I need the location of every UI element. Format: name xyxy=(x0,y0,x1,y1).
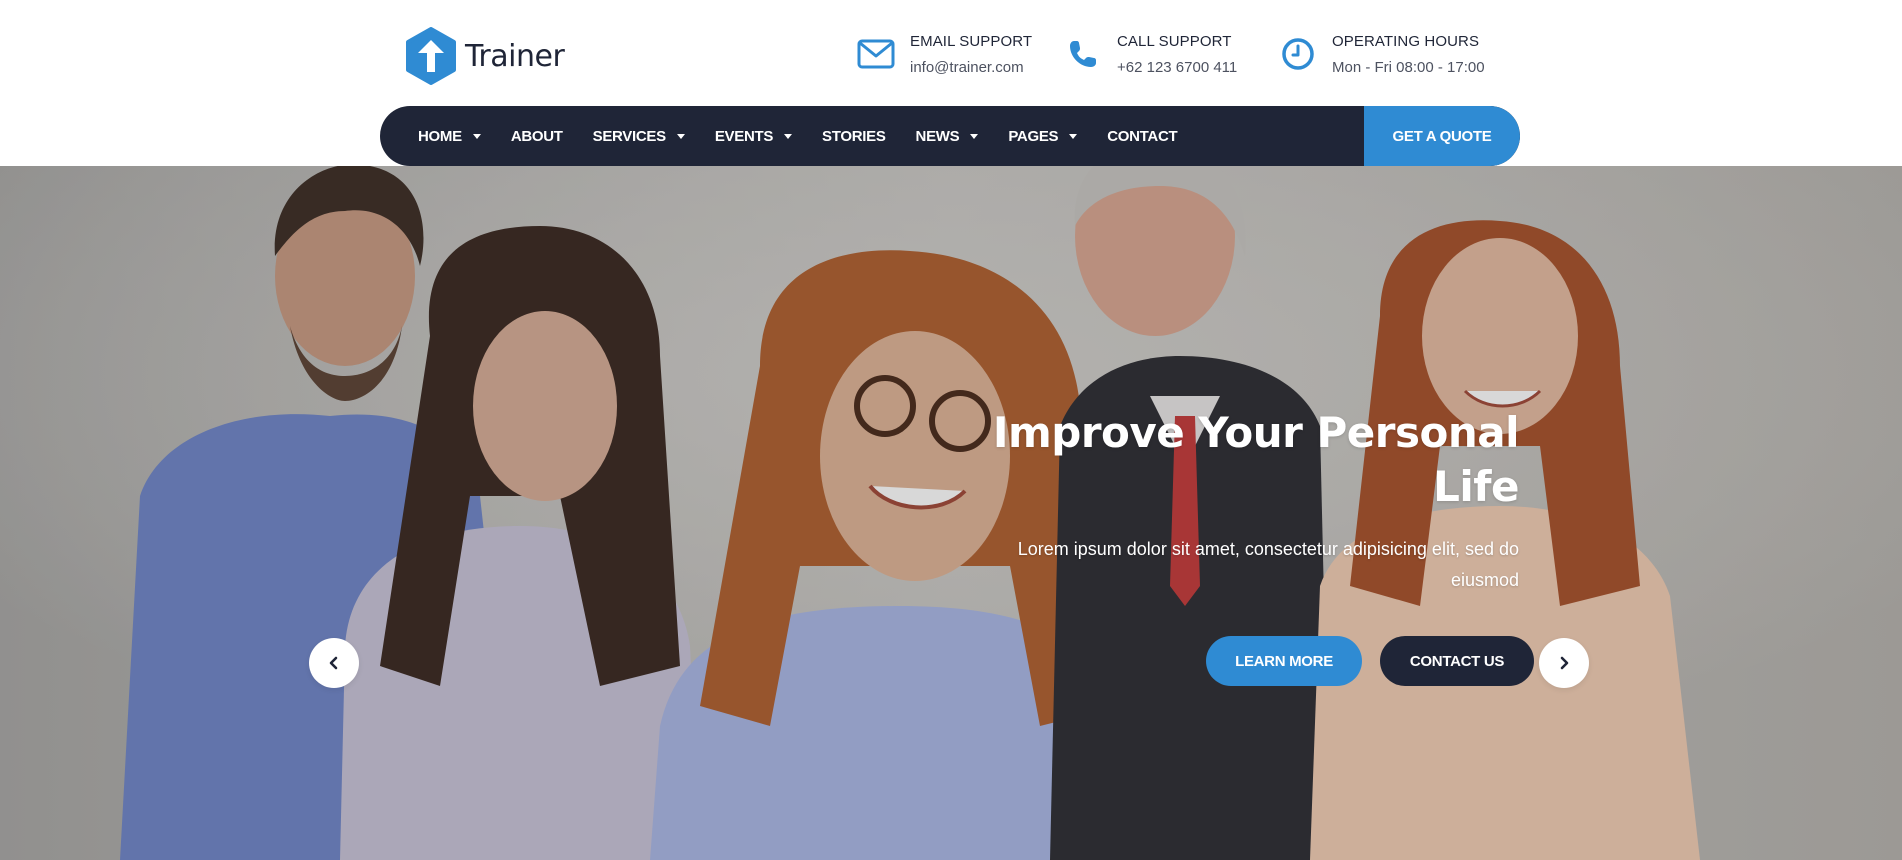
operating-hours-title: OPERATING HOURS xyxy=(1332,33,1480,50)
hero-slider: Improve Your Personal Life Lorem ipsum d… xyxy=(0,166,1902,860)
nav-item-about[interactable]: ABOUT xyxy=(511,128,563,145)
clock-icon xyxy=(1278,34,1318,74)
envelope-icon xyxy=(856,34,896,74)
nav-item-home[interactable]: HOME xyxy=(418,128,481,145)
slider-prev-button[interactable] xyxy=(309,638,359,688)
get-a-quote-button[interactable]: GET A QUOTE xyxy=(1364,106,1520,166)
chevron-left-icon xyxy=(329,656,338,670)
nav-item-label: STORIES xyxy=(822,127,886,145)
nav-item-pages[interactable]: PAGES xyxy=(1008,127,1078,145)
phone-icon xyxy=(1063,34,1103,74)
nav-item-services[interactable]: SERVICES xyxy=(593,128,685,145)
nav-item-news[interactable]: NEWS xyxy=(916,128,979,145)
nav-item-label: NEWS xyxy=(915,127,960,145)
nav-item-label: HOME xyxy=(418,127,462,145)
contact-us-button[interactable]: CONTACT US xyxy=(1380,636,1534,686)
site-logo[interactable]: Trainer xyxy=(404,27,565,85)
nav-item-label: PAGES xyxy=(1008,127,1059,145)
learn-more-button[interactable]: LEARN MORE xyxy=(1206,636,1362,686)
call-support-value[interactable]: +62 123 6700 411 xyxy=(1117,58,1237,78)
hero-description: Lorem ipsum dolor sit amet, consectetur … xyxy=(1017,539,1519,590)
nav-item-label: SERVICES xyxy=(592,127,666,145)
caret-down-icon xyxy=(676,133,685,139)
call-support: CALL SUPPORT +62 123 6700 411 xyxy=(1063,32,1237,78)
caret-down-icon xyxy=(1069,133,1078,139)
hero-title: Improve Your Personal Life xyxy=(992,408,1520,511)
caret-down-icon xyxy=(472,133,481,139)
nav-item-stories[interactable]: STORIES xyxy=(822,127,886,145)
logo-mark-icon xyxy=(406,27,456,85)
call-support-title: CALL SUPPORT xyxy=(1117,33,1232,50)
caret-down-icon xyxy=(784,133,793,139)
site-header: Trainer EMAIL SUPPORT info@trainer.com C… xyxy=(0,0,1902,166)
slider-next-button[interactable] xyxy=(1539,638,1589,688)
email-support: EMAIL SUPPORT info@trainer.com xyxy=(856,32,1032,78)
nav-list: HOME ABOUT SERVICES EVENTS STORIES NEWS … xyxy=(380,106,1207,166)
email-support-title: EMAIL SUPPORT xyxy=(910,33,1033,50)
nav-item-contact[interactable]: CONTACT xyxy=(1107,128,1177,145)
chevron-right-icon xyxy=(1560,656,1569,670)
logo-text: Trainer xyxy=(465,38,565,74)
operating-hours: OPERATING HOURS Mon - Fri 08:00 - 17:00 xyxy=(1278,32,1485,78)
main-navigation: HOME ABOUT SERVICES EVENTS STORIES NEWS … xyxy=(380,106,1520,166)
email-support-value[interactable]: info@trainer.com xyxy=(910,58,1032,78)
nav-item-events[interactable]: EVENTS xyxy=(714,127,793,145)
operating-hours-value: Mon - Fri 08:00 - 17:00 xyxy=(1332,59,1485,76)
nav-item-label: ABOUT xyxy=(510,127,563,145)
hero-actions: LEARN MORE CONTACT US xyxy=(899,636,1534,686)
caret-down-icon xyxy=(970,133,979,139)
nav-item-label: EVENTS xyxy=(714,127,774,145)
hero-content: Improve Your Personal Life Lorem ipsum d… xyxy=(899,406,1534,686)
nav-item-label: CONTACT xyxy=(1107,127,1178,145)
